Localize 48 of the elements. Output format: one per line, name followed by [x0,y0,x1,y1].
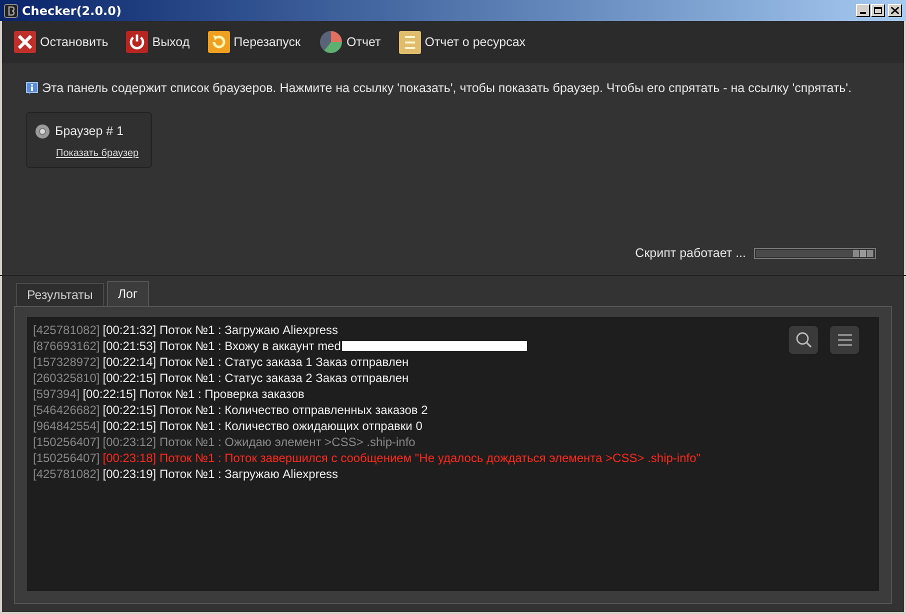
show-browser-link[interactable]: Показать браузер [56,146,143,160]
window-title: Checker(2.0.0) [22,2,122,20]
log-id: [546426682] [33,402,100,419]
pie-chart-icon [318,30,342,54]
log-message: [00:23:19] Поток №1 : Загружаю Aliexpress [102,466,338,483]
document-icon [398,30,421,54]
log-message: [00:22:15] Поток №1 : Статус заказа 2 Заказ отправлен [102,370,409,387]
menu-button[interactable] [830,326,859,354]
search-icon [794,331,812,349]
log-message: [00:22:15] Поток №1 : Количество ожидающих отправки 0 [102,418,422,435]
search-button[interactable] [789,326,818,354]
tab[interactable]: Лог [106,281,149,306]
browser-icon [35,124,50,139]
menu-icon [836,333,852,347]
log-id: [150256407] [33,450,100,467]
power-icon [126,31,148,53]
status-text: Скрипт работает ... [635,245,746,262]
log-message: [00:21:32] Поток №1 : Загружаю Aliexpress [102,322,338,339]
minimize-button[interactable] [856,4,870,17]
app-icon [4,4,18,18]
log-id: [157328972] [33,354,100,371]
log-id: [876693162] [33,338,100,355]
log-id: [260325810] [33,370,100,387]
toolbar-button[interactable]: Перезапуск [208,27,300,57]
info-text: Эта панель содержит список браузеров. Нажмите на ссылку 'показать', чтобы показать браузер. Чтобы его спрятать - на ссылку 'спрятать'. [42,80,852,97]
log-id: [150256407] [33,434,100,451]
log-message: [00:22:15] Поток №1 : Проверка заказов [82,386,304,403]
log-id: [597394] [33,386,80,403]
close-icon [891,7,899,14]
close-button[interactable] [888,4,902,17]
log-message: [00:22:15] Поток №1 : Количество отправленных заказов 2 [102,402,428,419]
log-message: [00:22:14] Поток №1 : Статус заказа 1 Заказ отправлен [102,354,409,371]
toolbar-button[interactable]: Отчет о ресурсах [398,27,526,57]
tab[interactable]: Результаты [16,283,104,306]
refresh-icon [208,31,230,53]
maximize-button[interactable] [871,4,885,17]
info-icon [26,82,38,95]
toolbar-button[interactable]: Выход [126,27,190,57]
browser-name: Браузер # 1 [55,122,124,140]
toolbar-button[interactable]: Отчет [318,27,381,57]
log-id: [425781082] [33,466,100,483]
log-id: [964842554] [33,418,100,435]
log-message: [00:23:18] Поток №1 : Поток завершился с сообщением "Не удалось дождаться элемента >CSS> .ship-info" [102,450,701,467]
stop-icon [14,31,36,53]
log-message: [00:23:12] Поток №1 : Ожидаю элемент >CSS> .ship-info [102,434,416,451]
toolbar-button[interactable]: Остановить [14,27,108,57]
log-message: [00:21:53] Поток №1 : Вхожу в аккаунт med [102,338,341,355]
log-id: [425781082] [33,322,100,339]
